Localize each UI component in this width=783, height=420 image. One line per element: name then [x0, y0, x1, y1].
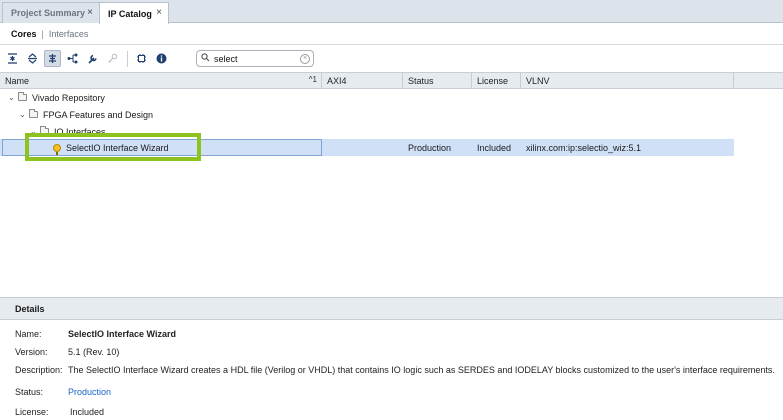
close-icon[interactable]: ×	[87, 8, 93, 18]
clear-search-icon[interactable]: ×	[300, 54, 310, 64]
search-field[interactable]: ×	[196, 50, 314, 67]
subtab-cores[interactable]: Cores	[11, 29, 37, 39]
catalog-subtabs: Cores | Interfaces	[0, 23, 783, 44]
tab-ip-catalog[interactable]: IP Catalog ×	[99, 2, 169, 24]
details-description-value: The SelectIO Interface Wizard creates a …	[68, 365, 775, 375]
status-cell: Production	[408, 142, 452, 153]
license-cell: Included	[477, 142, 512, 153]
details-label: Version:	[15, 347, 48, 357]
subtab-separator: |	[41, 28, 44, 39]
ip-catalog-table: Name ^1 AXI4 Status License VLNV ⌄ Vivad…	[0, 72, 783, 297]
key-icon[interactable]	[104, 50, 121, 67]
table-header: Name ^1 AXI4 Status License VLNV	[0, 72, 783, 89]
details-label: Name:	[15, 329, 42, 339]
search-input[interactable]	[214, 53, 294, 64]
catalog-toolbar: ×	[0, 44, 783, 72]
info-icon[interactable]	[153, 50, 170, 67]
toolbar-separator	[127, 50, 128, 67]
table-row[interactable]: ⌄ Vivado Repository	[0, 89, 783, 106]
highlight-box	[25, 133, 201, 161]
tab-label: IP Catalog	[108, 8, 152, 19]
table-empty-area	[734, 89, 783, 297]
details-name-value: SelectIO Interface Wizard	[68, 329, 176, 339]
sort-indicator: ^1	[308, 75, 317, 84]
collapse-all-icon[interactable]	[4, 50, 21, 67]
column-header-label: AXI4	[327, 76, 347, 86]
column-header-status[interactable]: Status	[403, 73, 472, 89]
column-header-label: License	[477, 76, 509, 86]
details-version-value: 5.1 (Rev. 10)	[68, 347, 120, 357]
close-icon[interactable]: ×	[156, 8, 162, 18]
column-header-license[interactable]: License	[472, 73, 521, 89]
column-header-name[interactable]: Name ^1	[0, 73, 322, 89]
subtab-interfaces[interactable]: Interfaces	[49, 29, 89, 39]
column-header-label: Status	[408, 76, 434, 86]
row-name: Vivado Repository	[32, 92, 105, 103]
chevron-down-icon[interactable]: ⌄	[19, 110, 29, 119]
wrench-icon[interactable]	[84, 50, 101, 67]
details-label: License:	[15, 407, 49, 417]
filter-icon[interactable]	[44, 50, 61, 67]
tab-project-summary[interactable]: Project Summary ×	[2, 2, 100, 23]
column-header-label: VLNV	[526, 76, 550, 86]
row-name: FPGA Features and Design	[43, 109, 154, 120]
column-header-label: Name	[5, 76, 30, 86]
details-status-link[interactable]: Production	[68, 387, 111, 397]
details-label: Description:	[15, 365, 63, 375]
column-header-vlnv[interactable]: VLNV	[521, 73, 734, 89]
table-row[interactable]: ⌄ FPGA Features and Design	[0, 106, 783, 123]
tab-label: Project Summary	[11, 8, 86, 18]
search-icon	[201, 53, 210, 64]
details-label: Status:	[15, 387, 44, 397]
column-header-axi4[interactable]: AXI4	[322, 73, 403, 89]
chevron-down-icon[interactable]: ⌄	[8, 93, 18, 102]
hierarchy-icon[interactable]	[64, 50, 81, 67]
details-title: Details	[0, 298, 783, 320]
editor-tab-bar: Project Summary × IP Catalog ×	[0, 0, 783, 24]
folder-icon	[18, 92, 27, 101]
folder-icon	[29, 109, 38, 118]
chip-icon[interactable]	[133, 50, 150, 67]
expand-all-icon[interactable]	[24, 50, 41, 67]
details-panel: Details Name: SelectIO Interface Wizard …	[0, 297, 783, 420]
vlnv-cell: xilinx.com:ip:selectio_wiz:5.1	[526, 142, 642, 153]
details-license-value: Included	[70, 407, 105, 417]
